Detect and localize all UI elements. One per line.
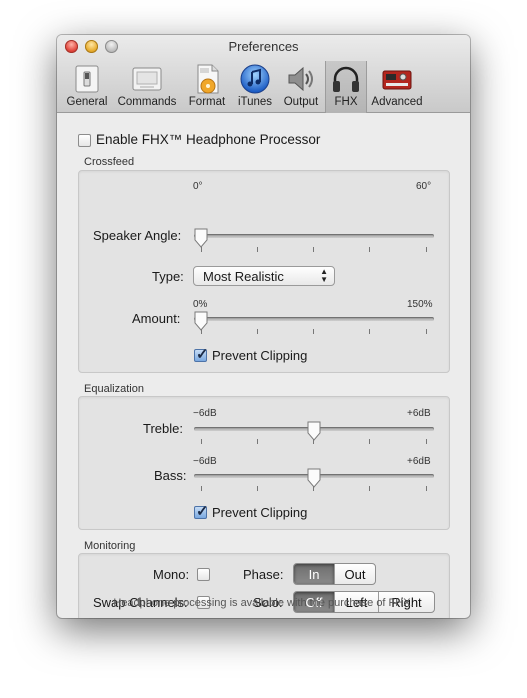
toolbar-advanced[interactable]: Advanced (369, 61, 425, 113)
enable-fhx-checkbox[interactable] (78, 134, 91, 147)
toolbar-format[interactable]: Format (183, 61, 231, 113)
checkmark-icon: ✓ (196, 503, 209, 520)
headphones-icon (333, 66, 359, 92)
toolbar-commands[interactable]: Commands (115, 61, 179, 113)
preferences-window: Preferences General Commands Format iTun… (57, 35, 470, 618)
format-caf-file-icon (197, 64, 219, 94)
bass-max: +6dB (407, 456, 431, 467)
titlebar: Preferences General Commands Format iTun… (57, 35, 470, 113)
speaker-angle-tick (313, 247, 314, 252)
crossfeed-title: Crossfeed (84, 156, 135, 168)
phase-out-segment[interactable]: Out (335, 564, 375, 584)
bass-tick (201, 486, 202, 491)
amount-max: 150% (407, 299, 433, 310)
treble-min: −6dB (193, 408, 217, 419)
speaker-angle-slider-knob[interactable] (193, 228, 209, 248)
speaker-angle-tick (369, 247, 370, 252)
treble-max: +6dB (407, 408, 431, 419)
phase-segmented-control: In Out (293, 563, 376, 585)
crossfeed-prevent-clipping-checkbox[interactable]: ✓ (194, 346, 209, 363)
type-label: Type: (152, 269, 184, 284)
amount-tick (369, 329, 370, 334)
equalization-title: Equalization (84, 383, 144, 395)
amount-track (194, 317, 434, 321)
treble-label: Treble: (143, 421, 183, 436)
type-popup[interactable]: Most Realistic ▲ ▼ (193, 266, 335, 286)
fhx-pane: Enable FHX™ Headphone Processor Crossfee… (57, 113, 470, 618)
itunes-icon (240, 64, 270, 94)
treble-tick (369, 439, 370, 444)
eq-prevent-clipping-label: Prevent Clipping (212, 505, 308, 520)
toolbar-fhx[interactable]: FHX (325, 61, 367, 113)
phase-label: Phase: (243, 567, 284, 582)
bass-min: −6dB (193, 456, 217, 467)
type-popup-value: Most Realistic (203, 269, 284, 284)
bass-tick (369, 486, 370, 491)
treble-tick (257, 439, 258, 444)
updown-arrows-icon: ▲ ▼ (320, 267, 328, 284)
enable-fhx-label: Enable FHX™ Headphone Processor (96, 132, 321, 147)
crossfeed-prevent-clipping-label: Prevent Clipping (212, 348, 308, 363)
treble-tick (426, 439, 427, 444)
speaker-angle-track (194, 234, 434, 238)
amount-tick (426, 329, 427, 334)
treble-tick (201, 439, 202, 444)
amount-tick (313, 329, 314, 334)
footer-note: Headphone processing is available with t… (113, 597, 414, 609)
toolbar-output[interactable]: Output (279, 61, 323, 113)
speaker-icon (288, 66, 313, 92)
treble-slider-knob[interactable] (306, 421, 322, 441)
mono-checkbox[interactable] (197, 568, 210, 581)
commands-icon (132, 67, 162, 91)
amount-min: 0% (193, 299, 208, 310)
toolbar-itunes[interactable]: iTunes (233, 61, 277, 113)
bass-tick (426, 486, 427, 491)
checkmark-icon: ✓ (196, 346, 209, 363)
window-title: Preferences (228, 39, 299, 54)
amount-slider-knob[interactable] (193, 311, 209, 331)
mono-label: Mono: (153, 567, 190, 582)
toolbar-general[interactable]: General (61, 61, 113, 113)
eq-prevent-clipping-checkbox[interactable]: ✓ (194, 503, 209, 520)
general-switch-icon (75, 65, 99, 93)
speaker-angle-min: 0° (193, 181, 203, 192)
amount-tick (257, 329, 258, 334)
speaker-angle-label: Speaker Angle: (93, 228, 182, 243)
monitoring-title: Monitoring (84, 540, 136, 552)
phase-in-segment[interactable]: In (294, 564, 335, 584)
bass-slider-knob[interactable] (306, 468, 322, 488)
amount-label: Amount: (132, 311, 181, 326)
bass-tick (257, 486, 258, 491)
speaker-angle-tick (257, 247, 258, 252)
speaker-angle-max: 60° (416, 181, 432, 192)
advanced-hardware-icon (382, 70, 412, 90)
speaker-angle-tick (426, 247, 427, 252)
bass-label: Bass: (154, 468, 187, 483)
